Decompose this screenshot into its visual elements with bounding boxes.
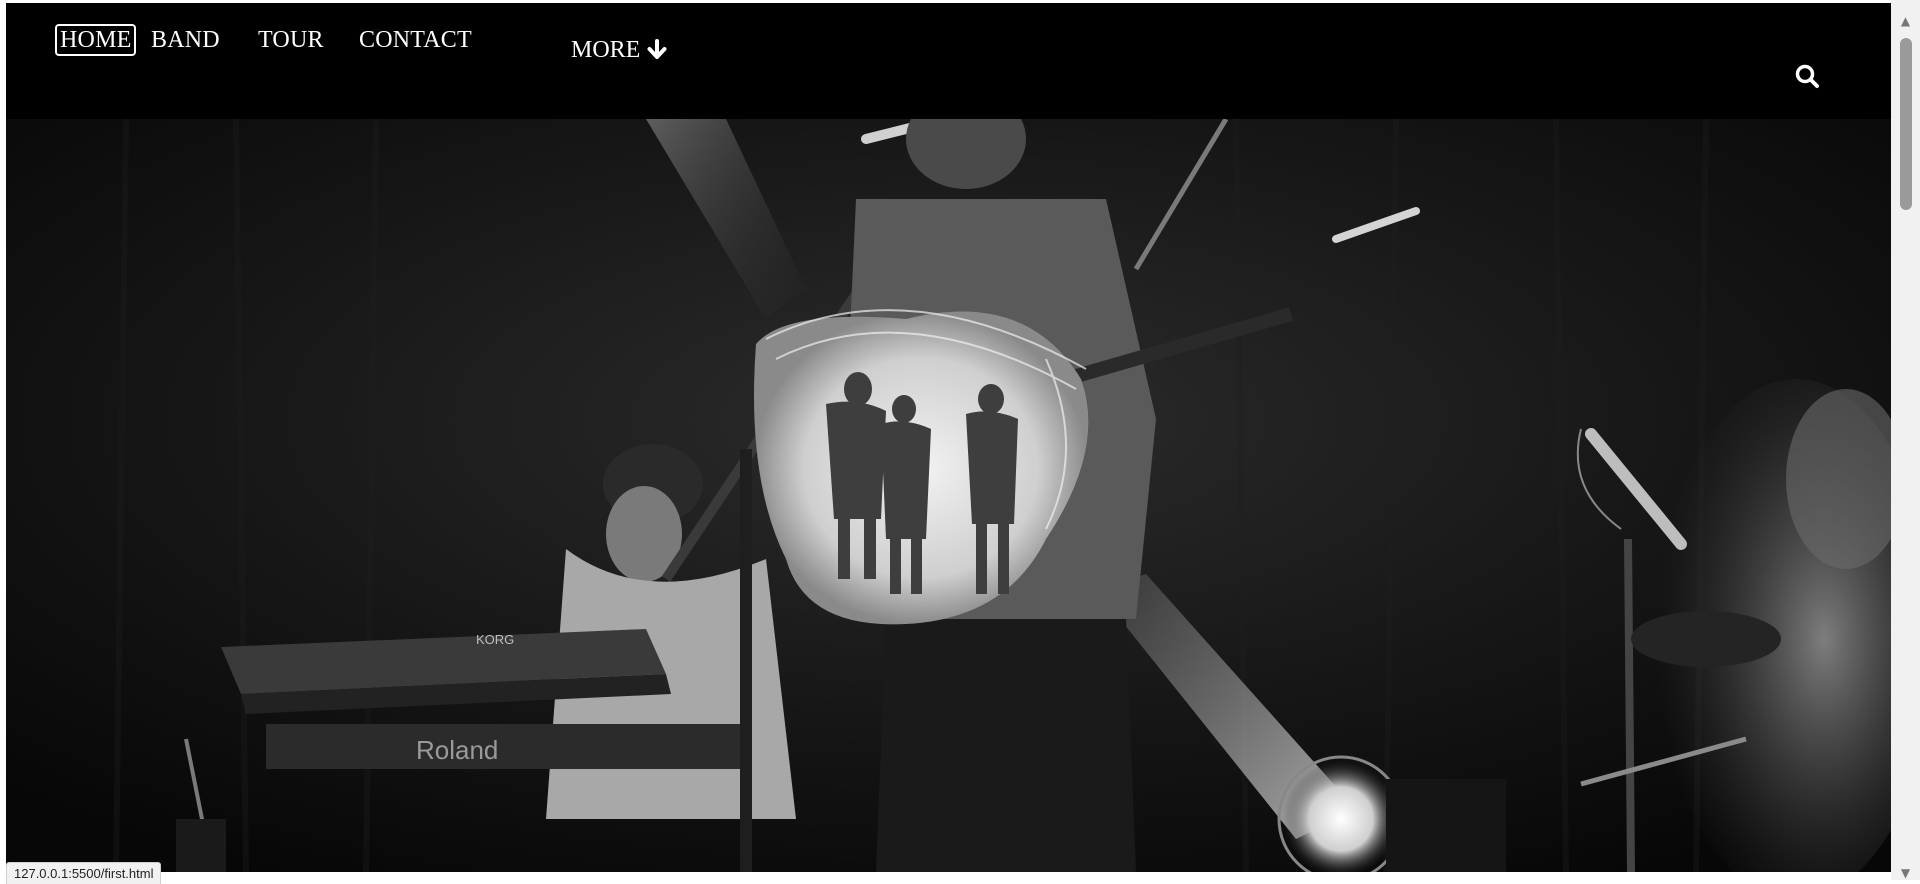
status-url-bar: 127.0.0.1:5500/first.html: [6, 862, 162, 884]
scroll-thumb[interactable]: [1900, 38, 1912, 210]
search-button[interactable]: [1793, 62, 1823, 92]
svg-text:Roland: Roland: [416, 735, 498, 765]
scroll-down-arrow-icon[interactable]: ▼: [1891, 864, 1920, 882]
more-label: MORE: [571, 37, 641, 63]
page: HOME BAND TOUR CONTACT MORE Roland KORG: [6, 3, 1891, 872]
scroll-up-arrow-icon[interactable]: ▲: [1891, 12, 1920, 30]
svg-text:KORG: KORG: [476, 632, 514, 647]
arrow-down-icon: [647, 39, 667, 59]
search-icon: [1795, 64, 1819, 88]
hero-image: Roland KORG: [6, 119, 1891, 872]
nav-tour[interactable]: TOUR: [254, 24, 328, 56]
more-dropdown-button[interactable]: MORE: [571, 36, 668, 64]
top-navigation: HOME BAND TOUR CONTACT MORE: [6, 3, 1891, 119]
page-scrollbar[interactable]: ▲ ▼: [1891, 0, 1920, 880]
nav-band[interactable]: BAND: [147, 24, 224, 56]
nav-home[interactable]: HOME: [55, 24, 137, 56]
nav-contact[interactable]: CONTACT: [355, 24, 476, 56]
